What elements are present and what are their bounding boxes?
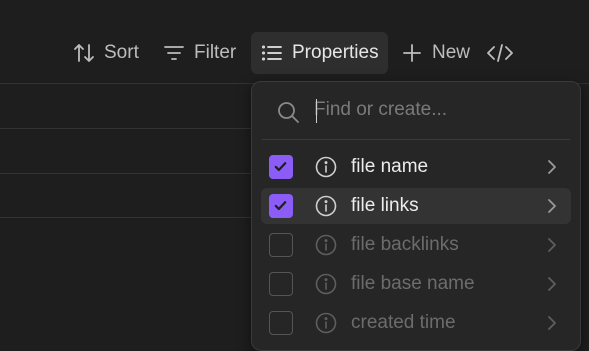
- chevron-right-icon: [547, 159, 557, 180]
- property-label: created time: [351, 312, 456, 333]
- view-toolbar: Sort Filter Properties New: [0, 30, 589, 76]
- new-button[interactable]: New: [392, 32, 478, 74]
- new-label: New: [432, 42, 471, 63]
- info-icon: [315, 156, 337, 183]
- table-row-divider: [0, 173, 260, 174]
- table-row-divider: [0, 128, 260, 129]
- property-item-file-backlinks[interactable]: file backlinks: [261, 227, 571, 263]
- filter-lines-icon: [162, 41, 186, 65]
- search-input[interactable]: [314, 96, 554, 124]
- list-icon: [260, 41, 284, 65]
- info-icon: [315, 312, 337, 339]
- chevron-right-icon: [547, 315, 557, 336]
- property-checkbox[interactable]: [269, 233, 293, 257]
- sort-button[interactable]: Sort: [64, 32, 147, 74]
- property-label: file name: [351, 156, 429, 177]
- property-checkbox[interactable]: [269, 272, 293, 296]
- table-row-divider: [0, 217, 260, 218]
- property-label: file base name: [351, 273, 475, 294]
- properties-menu: file name file links file backlinks fi: [251, 81, 581, 351]
- chevron-right-icon: [547, 276, 557, 297]
- property-checkbox[interactable]: [269, 311, 293, 335]
- filter-label: Filter: [194, 42, 237, 63]
- property-item-file-links[interactable]: file links: [261, 188, 571, 224]
- property-checkbox[interactable]: [269, 155, 293, 179]
- filter-button[interactable]: Filter: [154, 32, 244, 74]
- chevron-right-icon: [547, 237, 557, 258]
- property-item-file-base-name[interactable]: file base name: [261, 266, 571, 302]
- menu-divider: [262, 139, 570, 140]
- properties-button[interactable]: Properties: [251, 32, 388, 74]
- property-item-created-time[interactable]: created time: [261, 305, 571, 341]
- info-icon: [315, 195, 337, 222]
- property-checkbox[interactable]: [269, 194, 293, 218]
- property-label: file links: [351, 195, 419, 216]
- text-caret: [316, 99, 317, 123]
- code-view-button[interactable]: [480, 32, 520, 74]
- properties-search: [252, 82, 580, 140]
- property-item-file-name[interactable]: file name: [261, 149, 571, 185]
- info-icon: [315, 234, 337, 261]
- search-icon: [276, 100, 300, 129]
- info-icon: [315, 273, 337, 300]
- property-label: file backlinks: [351, 234, 459, 255]
- properties-label: Properties: [292, 42, 379, 63]
- sort-arrows-icon: [72, 41, 96, 65]
- chevron-right-icon: [547, 198, 557, 219]
- plus-icon: [400, 41, 424, 65]
- sort-label: Sort: [104, 42, 139, 63]
- code-brackets-icon: [486, 41, 514, 65]
